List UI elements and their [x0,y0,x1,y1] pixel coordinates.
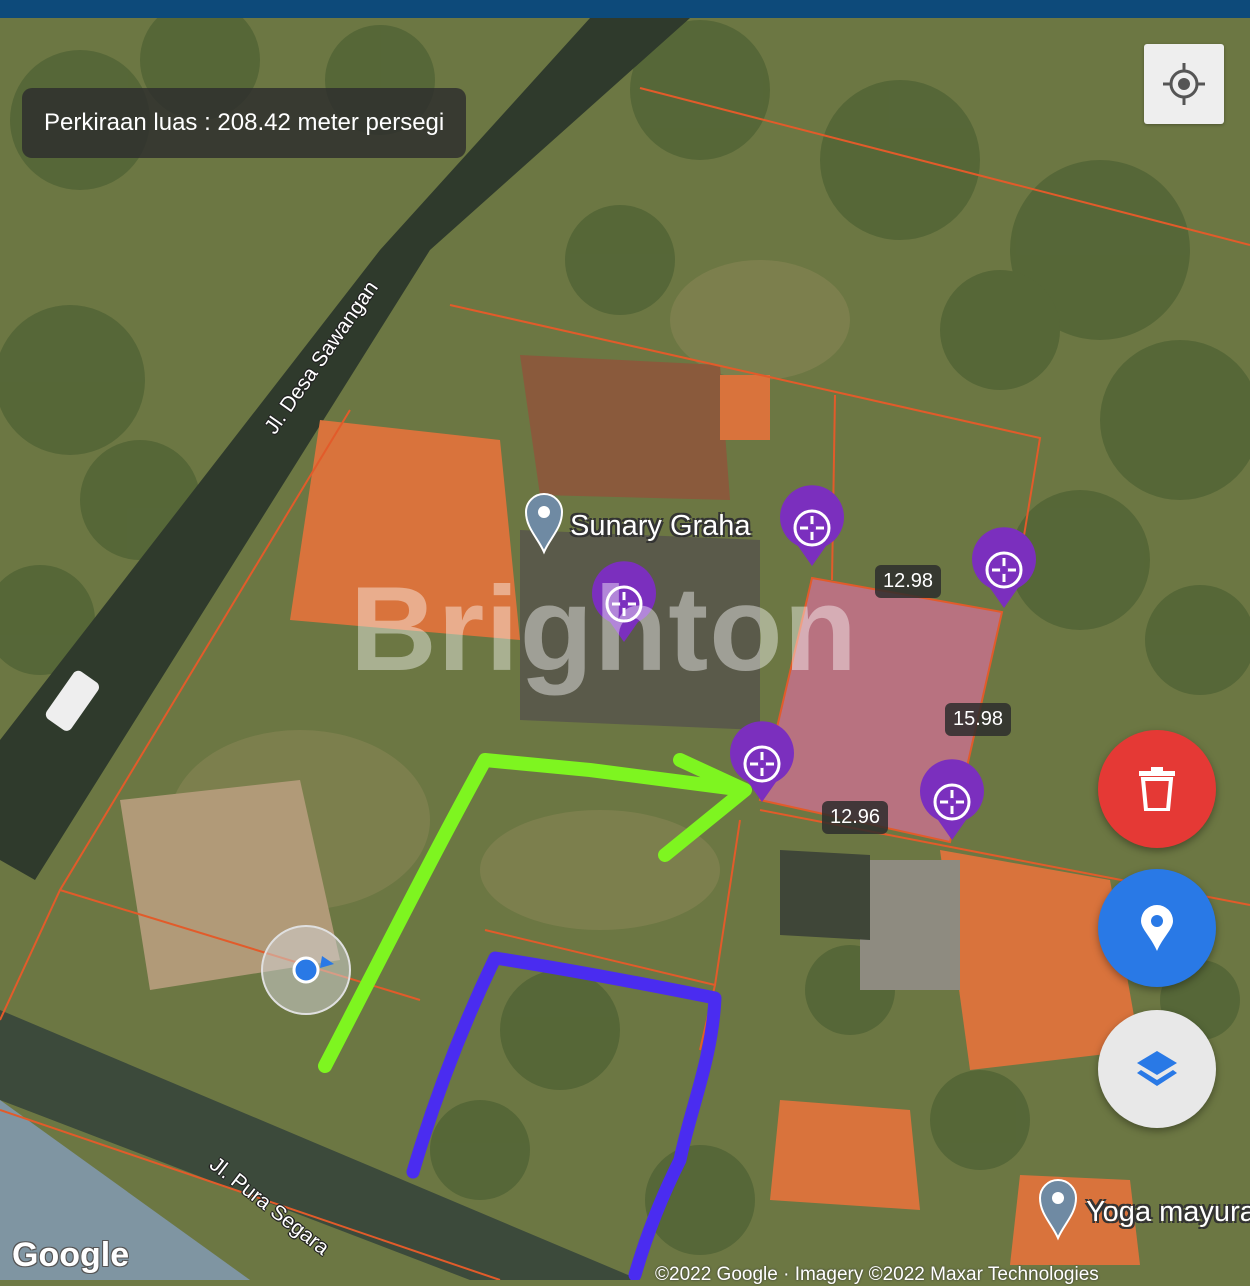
my-location-indicator [261,925,351,1015]
place-label-yoga-mayura[interactable]: Yoga mayura [1086,1196,1250,1229]
location-button[interactable] [1098,869,1216,987]
watermark: Brighton [350,562,858,696]
area-estimate: Perkiraan luas : 208.42 meter persegi [22,88,467,158]
measure-label-bottom: 12.96 [822,801,889,834]
layers-icon [1137,1051,1177,1086]
map-pin-icon [1141,905,1173,951]
roof-dark [780,850,870,940]
measure-label-top: 12.98 [875,565,942,598]
google-logo: Google [12,1236,130,1274]
gps-button[interactable] [1144,44,1224,124]
roof-small-orange [720,375,770,440]
place-label-sunary-graha[interactable]: Sunary Graha [570,510,751,543]
layers-button[interactable] [1098,1010,1216,1128]
crosshair-gps-icon [1163,63,1205,105]
measure-label-right: 15.98 [945,703,1012,736]
top-status-bar [0,0,1250,18]
map-attribution: ©2022 Google · Imagery ©2022 Maxar Techn… [655,1264,1099,1285]
roof-east-grey [860,860,960,990]
roof-brown-main [520,355,730,500]
roof-south-orange [770,1100,920,1210]
trash-icon [1139,767,1175,811]
delete-button[interactable] [1098,730,1216,848]
